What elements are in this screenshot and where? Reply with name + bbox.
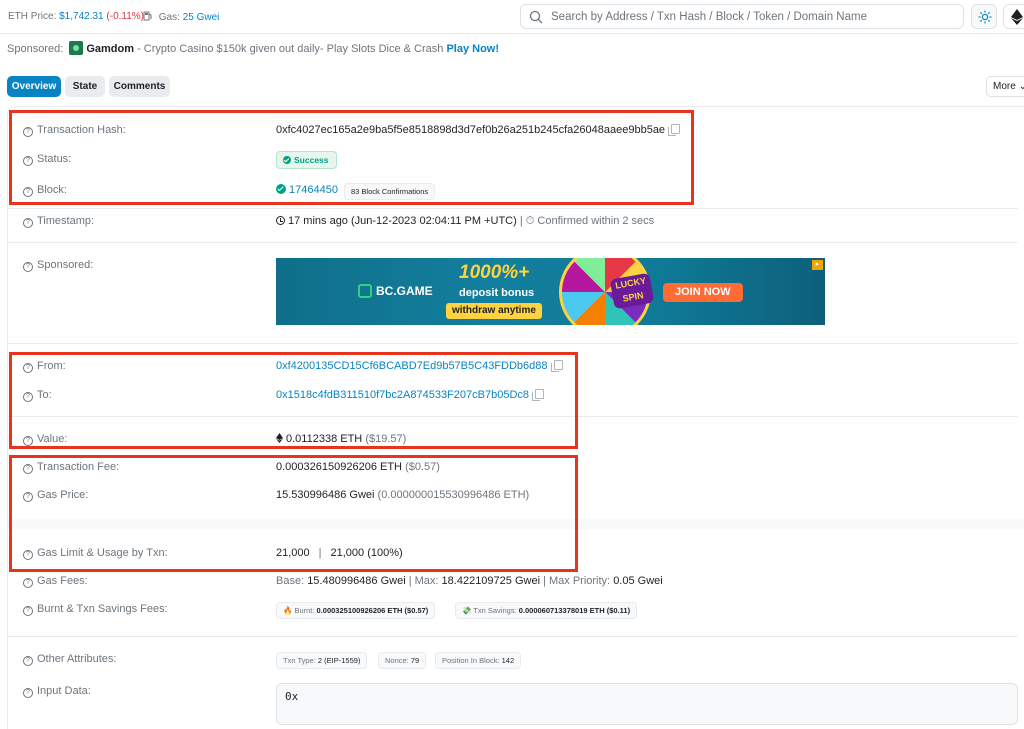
ad-brand: BC.GAME [358,284,433,298]
tab-overview[interactable]: Overview [7,76,61,97]
eth-price-change: (-0.11%) [106,11,145,22]
eth-price-value[interactable]: $1,742.31 [59,11,104,22]
stopwatch-icon: ⏱ [525,215,538,227]
highlight-box [9,352,578,449]
help-icon[interactable]: ? [23,688,33,698]
theme-toggle-button[interactable] [971,4,997,29]
help-icon[interactable]: ? [23,218,33,228]
ad-subheadline: deposit bonus [459,287,535,299]
gamdom-logo-icon [69,41,84,55]
ad-choices-icon[interactable]: ▸ [812,260,823,270]
search-placeholder: Search by Address / Txn Hash / Block / T… [551,11,867,23]
tab-state[interactable]: State [65,76,105,97]
ad-banner[interactable]: BC.GAME 1000%+ deposit bonus withdraw an… [276,258,825,325]
timestamp-value: 17 mins ago (Jun-12-2023 02:04:11 PM +UT… [276,215,654,228]
position-in-block-badge: Position In Block: 142 [435,652,522,669]
chevron-down-icon: ⌄ [1018,81,1024,92]
gas-fees-value: Base: 15.480996486 Gwei | Max: 18.422109… [276,575,663,587]
highlight-box [9,110,694,205]
gas-tracker: Gas: 25 Gwei [143,11,219,23]
sponsored-brand[interactable]: Gamdom [86,43,134,55]
search-icon [529,10,543,24]
sponsored-banner-text: Sponsored: Gamdom - Crypto Casino $150k … [7,41,499,55]
other-attributes-label: ? Other Attributes: [23,653,116,666]
burnt-savings-label: ? Burnt & Txn Savings Fees: [23,603,168,616]
clock-icon [276,216,285,225]
sun-icon [978,10,992,24]
more-dropdown-button[interactable]: More ⌄ [986,76,1024,97]
input-data-field[interactable]: 0x [276,683,1018,725]
divider [8,343,1018,344]
eth-price-label: ETH Price: [8,11,57,22]
network-button[interactable] [1003,4,1024,29]
help-icon[interactable]: ? [23,656,33,666]
sponsored-row-label: ? Sponsored: [23,259,93,272]
help-icon[interactable]: ? [23,578,33,588]
timestamp-label: ? Timestamp: [23,215,94,228]
ad-headline: 1000%+ [459,262,530,283]
sponsored-label: Sponsored: [7,43,64,55]
divider [8,208,1018,209]
help-icon[interactable]: ? [23,262,33,272]
divider [8,242,1018,243]
fire-icon: 🔥 [283,606,293,615]
gas-pump-icon [143,11,152,21]
gas-fees-label: ? Gas Fees: [23,575,88,588]
gas-value[interactable]: 25 Gwei [183,12,220,23]
burnt-fee-badge: 🔥 Burnt: 0.000325100926206 ETH ($0.57) [276,602,436,619]
highlight-box [9,455,578,572]
search-input[interactable]: Search by Address / Txn Hash / Block / T… [520,4,964,29]
input-data-text: 0x [285,690,299,703]
money-icon: 💸 [462,606,472,615]
sponsored-cta-link[interactable]: Play Now! [446,43,499,55]
sponsored-text: - Crypto Casino $150k given out daily- P… [134,43,447,55]
eth-price: ETH Price: $1,742.31 (-0.11%) [8,11,144,22]
more-label: More [993,81,1016,92]
ad-join-button[interactable]: JOIN NOW [663,283,743,302]
gas-label: Gas: [158,12,180,23]
ethereum-icon [1011,9,1023,25]
top-bar: ETH Price: $1,742.31 (-0.11%) Gas: 25 Gw… [0,0,1024,34]
nonce-badge: Nonce: 79 [378,652,427,669]
txn-type-badge: Txn Type: 2 (EIP-1559) [276,652,368,669]
ad-pill: withdraw anytime [446,303,542,319]
tab-comments[interactable]: Comments [109,76,170,97]
input-data-label: ? Input Data: [23,685,91,698]
confirmed-within-text: Confirmed within 2 secs [537,215,655,227]
txn-savings-badge: 💸 Txn Savings: 0.000060713378019 ETH ($0… [455,602,638,619]
bc-game-logo-icon [358,284,372,298]
help-icon[interactable]: ? [23,606,33,616]
divider [8,636,1018,637]
